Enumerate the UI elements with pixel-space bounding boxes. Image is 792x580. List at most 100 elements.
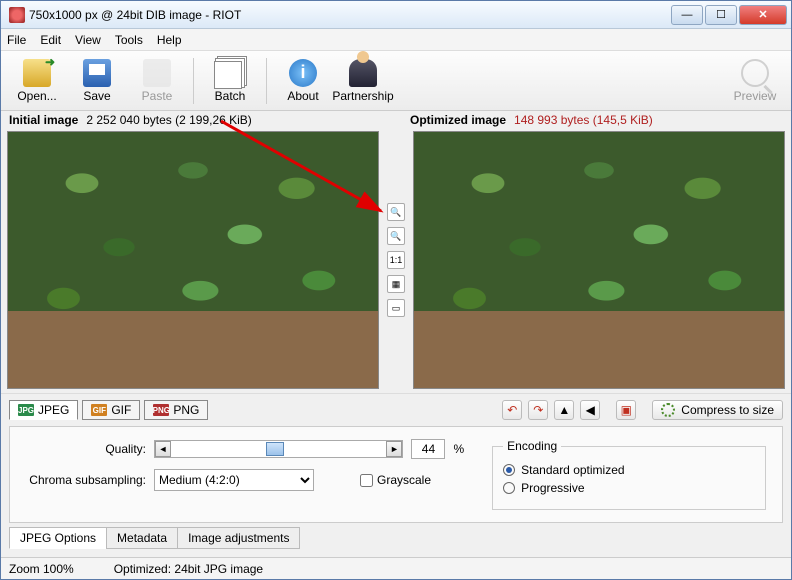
gear-icon [661, 403, 675, 417]
optimized-image-view[interactable] [413, 131, 785, 389]
menu-view[interactable]: View [75, 33, 101, 47]
partnership-button[interactable]: Partnership [333, 54, 393, 108]
open-button[interactable]: Open... [7, 54, 67, 108]
standard-label: Standard optimized [521, 463, 624, 477]
status-optimized: Optimized: 24bit JPG image [114, 562, 263, 576]
progressive-label: Progressive [521, 481, 584, 495]
menu-tools[interactable]: Tools [115, 33, 143, 47]
image-comparison: 🔍 🔍 1:1 ▦ ▭ [1, 131, 791, 389]
png-tab-label: PNG [173, 403, 199, 417]
paste-icon [143, 59, 171, 87]
titlebar: 750x1000 px @ 24bit DIB image - RIOT — ☐… [1, 1, 791, 29]
save-button[interactable]: Save [67, 54, 127, 108]
slider-left-arrow[interactable]: ◄ [155, 441, 171, 457]
radio-dot-on [503, 464, 515, 476]
save-icon [83, 59, 111, 87]
folder-open-icon [23, 59, 51, 87]
initial-header: Initial image 2 252 040 bytes (2 199,26 … [9, 113, 382, 127]
tab-jpeg-options[interactable]: JPEG Options [9, 527, 107, 549]
toolbar: Open... Save Paste Batch i About Partners… [1, 51, 791, 111]
save-label: Save [83, 89, 110, 103]
image-headers: Initial image 2 252 040 bytes (2 199,26 … [1, 111, 791, 131]
window-buttons: — ☐ ✕ [671, 5, 787, 25]
zoom-out-button[interactable]: 🔍 [387, 227, 405, 245]
grayscale-checkbox[interactable]: Grayscale [360, 473, 431, 487]
partnership-label: Partnership [332, 89, 393, 103]
flip-horizontal-button[interactable]: ▲ [554, 400, 574, 420]
initial-label: Initial image [9, 113, 78, 127]
window-title-wrap: 750x1000 px @ 24bit DIB image - RIOT [5, 7, 671, 23]
compress-label: Compress to size [681, 403, 774, 417]
image-content [414, 132, 784, 388]
image-tools: ↶ ↷ ▲ ◀ ▣ Compress to size [502, 400, 783, 420]
grayscale-input[interactable] [360, 474, 373, 487]
zoom-in-button[interactable]: 🔍 [387, 203, 405, 221]
encoding-progressive-radio[interactable]: Progressive [503, 481, 755, 495]
encoding-fieldset: Encoding Standard optimized Progressive [492, 439, 766, 510]
gif-tab-label: GIF [111, 403, 131, 417]
quality-value-input[interactable] [411, 439, 445, 459]
batch-button[interactable]: Batch [200, 54, 260, 108]
crop-button[interactable]: ▣ [616, 400, 636, 420]
person-icon [349, 59, 377, 87]
radio-dot-off [503, 482, 515, 494]
about-label: About [287, 89, 318, 103]
optimized-size: 148 993 bytes (145,5 KiB) [514, 113, 653, 127]
quality-row: Quality: ◄ ► % [26, 439, 464, 459]
window-title: 750x1000 px @ 24bit DIB image - RIOT [29, 8, 241, 22]
initial-size: 2 252 040 bytes (2 199,26 KiB) [86, 113, 251, 127]
zoom-actual-button[interactable]: 1:1 [387, 251, 405, 269]
app-icon [9, 7, 25, 23]
encoding-standard-radio[interactable]: Standard optimized [503, 463, 755, 477]
rotate-cw-button[interactable]: ↷ [528, 400, 548, 420]
chroma-select[interactable]: Medium (4:2:0) [154, 469, 314, 491]
rotate-ccw-button[interactable]: ↶ [502, 400, 522, 420]
info-icon: i [289, 59, 317, 87]
tab-metadata[interactable]: Metadata [106, 527, 178, 549]
batch-label: Batch [215, 89, 246, 103]
zoom-fit-button[interactable]: ▦ [387, 275, 405, 293]
gif-badge-icon: GIF [91, 404, 107, 416]
app-window: 750x1000 px @ 24bit DIB image - RIOT — ☐… [0, 0, 792, 580]
menubar: File Edit View Tools Help [1, 29, 791, 51]
maximize-button[interactable]: ☐ [705, 5, 737, 25]
jpeg-badge-icon: JPG [18, 404, 34, 416]
slider-thumb[interactable] [266, 442, 284, 456]
compress-to-size-button[interactable]: Compress to size [652, 400, 783, 420]
zoom-tools: 🔍 🔍 1:1 ▦ ▭ [385, 131, 407, 389]
separator [266, 58, 267, 104]
quality-label: Quality: [26, 442, 146, 456]
magnifier-icon [741, 59, 769, 87]
status-bar: Zoom 100% Optimized: 24bit JPG image [1, 557, 791, 579]
menu-edit[interactable]: Edit [40, 33, 61, 47]
tab-image-adjustments[interactable]: Image adjustments [177, 527, 300, 549]
batch-icon [214, 61, 242, 89]
menu-file[interactable]: File [7, 33, 26, 47]
menu-help[interactable]: Help [157, 33, 182, 47]
quality-slider[interactable]: ◄ ► [154, 440, 403, 458]
jpeg-tab-label: JPEG [38, 403, 69, 417]
slider-right-arrow[interactable]: ► [386, 441, 402, 457]
image-content [8, 132, 378, 388]
paste-button: Paste [127, 54, 187, 108]
chroma-label: Chroma subsampling: [26, 473, 146, 487]
quality-percent: % [453, 442, 464, 456]
separator [193, 58, 194, 104]
minimize-button[interactable]: — [671, 5, 703, 25]
flip-vertical-button[interactable]: ◀ [580, 400, 600, 420]
png-badge-icon: PNG [153, 404, 169, 416]
jpeg-options-panel: Quality: ◄ ► % Chroma subsampling: Mediu… [9, 426, 783, 523]
status-zoom: Zoom 100% [9, 562, 74, 576]
optimized-header: Optimized image 148 993 bytes (145,5 KiB… [382, 113, 783, 127]
zoom-screen-button[interactable]: ▭ [387, 299, 405, 317]
format-tab-gif[interactable]: GIF GIF [82, 400, 140, 420]
bottom-tabs: JPEG Options Metadata Image adjustments [1, 527, 791, 549]
format-tab-jpeg[interactable]: JPG JPEG [9, 400, 78, 420]
preview-button: Preview [725, 54, 785, 108]
grayscale-label: Grayscale [377, 473, 431, 487]
about-button[interactable]: i About [273, 54, 333, 108]
format-tab-png[interactable]: PNG PNG [144, 400, 208, 420]
encoding-legend: Encoding [503, 439, 561, 453]
close-button[interactable]: ✕ [739, 5, 787, 25]
initial-image-view[interactable] [7, 131, 379, 389]
